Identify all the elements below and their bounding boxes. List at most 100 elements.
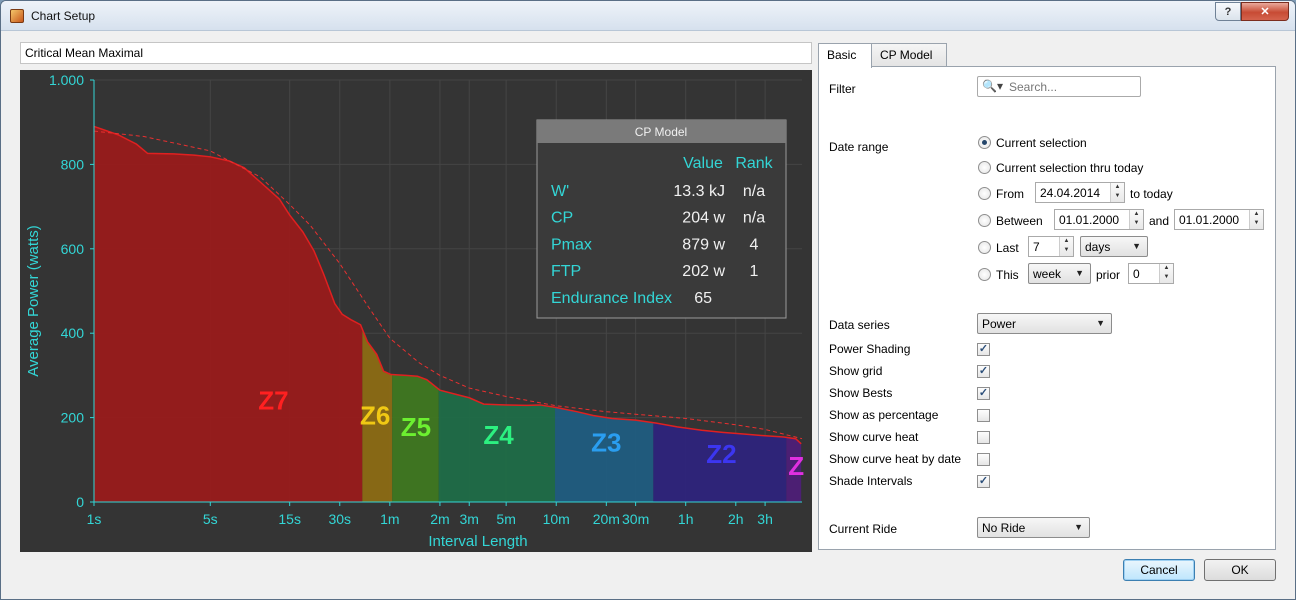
this-unit-select[interactable]: week ▼ (1028, 263, 1091, 284)
x-tick-label: 30m (622, 511, 649, 527)
chevron-down-icon: ▼ (1074, 522, 1083, 532)
checkbox-power-shading[interactable]: ✓ (977, 343, 990, 356)
x-tick-label: 2h (728, 511, 744, 527)
last-unit-value: days (1085, 240, 1111, 254)
radio-last-label[interactable]: Last (996, 241, 1019, 255)
date-range-label: Date range (829, 140, 889, 154)
chevron-down-icon: ▼ (1132, 241, 1141, 251)
cp-table-row-rank: 4 (750, 236, 759, 253)
power-duration-chart[interactable]: Z7 Z6 Z5 Z4 Z3 Z2 Z 0 200 400 600 800 1.000 1s 5s 15s 30… (20, 70, 812, 552)
y-tick-label: 1.000 (49, 72, 84, 88)
checkbox-label: Show curve heat (829, 430, 919, 444)
help-button[interactable]: ? (1215, 2, 1241, 21)
y-tick-label: 400 (61, 325, 85, 341)
cp-table-row-name: CP (551, 210, 573, 227)
prior-count-spinner-icon[interactable]: ▲ ▼ (1159, 264, 1173, 283)
app-icon (10, 9, 24, 23)
zone-label-z4: Z4 (483, 420, 514, 450)
tab-cp-model[interactable]: CP Model (871, 43, 947, 67)
x-tick-label: 5s (203, 511, 218, 527)
radio-between-label[interactable]: Between (996, 214, 1043, 228)
cp-table-row-rank: n/a (743, 183, 765, 200)
cp-table-row-value: 202 w (682, 263, 725, 280)
radio-current-selection[interactable] (978, 136, 991, 149)
checkbox-show-as-percentage[interactable] (977, 409, 990, 422)
search-icon[interactable]: 🔍▾ (982, 79, 1003, 93)
checkbox-shade-intervals[interactable]: ✓ (977, 475, 990, 488)
cp-table-row-value: 65 (694, 290, 712, 307)
cp-table-header: Value (683, 155, 723, 172)
data-series-label: Data series (829, 318, 890, 332)
between-end-field[interactable]: 01.01.2000 ▲ ▼ (1174, 209, 1264, 230)
checkbox-label: Show Bests (829, 386, 893, 400)
cancel-button[interactable]: Cancel (1123, 559, 1195, 581)
checkbox-show-bests[interactable]: ✓ (977, 387, 990, 400)
cp-table-row-value: 13.3 kJ (673, 183, 725, 200)
data-series-select[interactable]: Power ▼ (977, 313, 1112, 334)
x-tick-label: 30s (328, 511, 351, 527)
checkbox-show-curve-heat[interactable] (977, 431, 990, 444)
zone-label-z: Z (788, 451, 804, 481)
radio-from[interactable] (978, 187, 991, 200)
checkbox-label: Show grid (829, 364, 883, 378)
current-ride-value: No Ride (982, 521, 1026, 535)
chevron-down-icon: ▼ (1075, 268, 1084, 278)
radio-thru-today-label[interactable]: Current selection thru today (996, 161, 1143, 175)
cp-table-row-rank: n/a (743, 210, 765, 227)
title-bar[interactable]: Chart Setup ? ✕ (1, 1, 1295, 31)
radio-last[interactable] (978, 241, 991, 254)
y-tick-label: 200 (61, 410, 85, 426)
zone-label-z5: Z5 (401, 412, 431, 442)
radio-between[interactable] (978, 214, 991, 227)
question-icon: ? (1224, 5, 1232, 18)
current-ride-select[interactable]: No Ride ▼ (977, 517, 1090, 538)
checkbox-show-curve-heat-by-date[interactable] (977, 453, 990, 466)
cp-table-row-value: 204 w (682, 210, 725, 227)
tab-basic[interactable]: Basic (818, 43, 872, 68)
radio-current-selection-label[interactable]: Current selection (996, 136, 1087, 150)
cp-model-table: CP Model Value Rank W' 13.3 kJ n/a CP 204 w n/a P… (536, 119, 787, 319)
x-tick-label: 3m (460, 511, 479, 527)
y-tick-label: 0 (76, 494, 84, 510)
last-count-field[interactable]: 7 ▲ ▼ (1028, 236, 1074, 257)
cp-table-title: CP Model (635, 125, 687, 139)
search-placeholder: Search... (1009, 80, 1058, 94)
from-date-spinner-icon[interactable]: ▲ ▼ (1110, 183, 1124, 202)
window-title: Chart Setup (31, 9, 96, 23)
between-start-field[interactable]: 01.01.2000 ▲ ▼ (1054, 209, 1144, 230)
last-count-spinner-icon[interactable]: ▲ ▼ (1059, 237, 1073, 256)
cp-table-row-name: Pmax (551, 236, 592, 253)
radio-this[interactable] (978, 268, 991, 281)
current-ride-label: Current Ride (829, 522, 898, 536)
close-icon: ✕ (1260, 6, 1270, 18)
between-start-value: 01.01.2000 (1059, 213, 1120, 227)
x-tick-label: 3h (757, 511, 773, 527)
zone-label-z2: Z2 (706, 439, 736, 469)
checkbox-show-grid[interactable]: ✓ (977, 365, 990, 378)
cp-table-row-name: W' (551, 183, 569, 200)
close-button[interactable]: ✕ (1241, 2, 1289, 21)
chart-name-input[interactable]: Critical Mean Maximal (20, 42, 812, 64)
last-unit-select[interactable]: days ▼ (1080, 236, 1148, 257)
radio-thru-today[interactable] (978, 161, 991, 174)
cp-table-row-rank: 1 (750, 263, 759, 280)
last-count-value: 7 (1033, 240, 1040, 254)
cp-table-row-name: FTP (551, 263, 581, 280)
radio-this-label[interactable]: This (996, 268, 1019, 282)
checkbox-label: Shade Intervals (829, 474, 913, 488)
x-tick-label: 1h (678, 511, 694, 527)
zone-label-z3: Z3 (591, 428, 621, 458)
from-date-value: 24.04.2014 (1040, 186, 1101, 200)
ok-button[interactable]: OK (1204, 559, 1276, 581)
between-end-spinner-icon[interactable]: ▲ ▼ (1249, 210, 1263, 229)
search-input[interactable]: 🔍▾ Search... (977, 76, 1141, 97)
x-tick-label: 5m (496, 511, 515, 527)
y-tick-label: 600 (61, 241, 85, 257)
prior-count-field[interactable]: 0 ▲ ▼ (1128, 263, 1174, 284)
radio-from-label[interactable]: From (996, 187, 1024, 201)
y-tick-label: 800 (61, 156, 85, 172)
checkbox-label: Show as percentage (829, 408, 939, 422)
between-start-spinner-icon[interactable]: ▲ ▼ (1129, 210, 1143, 229)
from-date-field[interactable]: 24.04.2014 ▲ ▼ (1035, 182, 1125, 203)
x-tick-label: 2m (430, 511, 449, 527)
